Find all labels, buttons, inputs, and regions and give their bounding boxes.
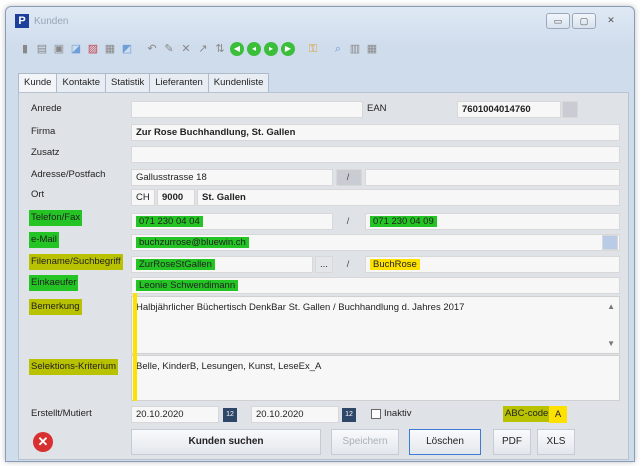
last-icon[interactable]: ▶ (281, 42, 295, 56)
telefon-field[interactable]: 071 230 04 04 (131, 213, 333, 230)
xls-button[interactable]: XLS (537, 429, 575, 455)
zusatz-field[interactable] (131, 146, 620, 163)
window-title: Kunden (34, 16, 69, 27)
kunde-form: Anrede EAN 7601004014760 Firma Zur Rose … (18, 92, 629, 460)
page-icon[interactable]: ◪ (69, 42, 83, 56)
minimize-button[interactable]: ▭ (546, 13, 570, 29)
tab-bar: Kunde Kontakte Statistik Lieferanten Kun… (18, 73, 270, 93)
fax-field[interactable]: 071 230 04 09 (365, 213, 620, 230)
mail-icon[interactable] (602, 235, 618, 250)
suchbegriff-value: BuchRose (370, 259, 420, 270)
ort-label: Ort (31, 189, 45, 200)
firma-label: Firma (31, 126, 56, 137)
copy2-icon[interactable]: ▦ (103, 42, 117, 56)
zusatz-label: Zusatz (31, 147, 60, 158)
land-field[interactable]: CH (131, 189, 155, 206)
telefon-separator: / (346, 216, 350, 226)
adresse2-field[interactable] (365, 169, 620, 186)
calendar-icon[interactable]: 12 (223, 408, 237, 422)
browse-button[interactable]: ... (315, 256, 333, 273)
plz-field[interactable]: 9000 (157, 189, 195, 206)
calculator-icon[interactable]: ▥ (348, 42, 362, 56)
adresse-label: Adresse/Postfach (31, 169, 106, 180)
adresse-field[interactable]: Gallusstrasse 18 (131, 169, 333, 186)
undo-icon[interactable]: ↶ (145, 42, 159, 56)
fax-value: 071 230 04 09 (370, 216, 437, 227)
delete-record-icon[interactable]: ✕ (33, 432, 53, 452)
bemerkung-field[interactable]: Halbjährlicher Büchertisch DenkBar St. G… (131, 296, 620, 354)
close-button[interactable]: ✕ (598, 13, 624, 29)
toolbar: ▮ ▤ ▣ ◪ ▨ ▦ ◩ ↶ ✎ ✕ ↗ ⇅ ◀ ◂ ▸ ▶ ⚿ ⌕ ▥ ▦ (18, 39, 379, 59)
bemerkung-label: Bemerkung (29, 299, 82, 315)
edit-icon[interactable]: ↗ (196, 42, 210, 56)
telefon-value: 071 230 04 04 (136, 216, 203, 227)
filename-label: Filename/Suchbegriff (29, 254, 123, 270)
email-field[interactable]: buchzurrose@bluewin.ch (131, 234, 620, 251)
yellow-marker (133, 293, 137, 401)
ort-field[interactable]: St. Gallen (197, 189, 620, 206)
ean-field[interactable]: 7601004014760 (457, 101, 561, 118)
bemerkung-value: Halbjährlicher Büchertisch DenkBar St. G… (136, 302, 465, 313)
ean-label: EAN (367, 103, 387, 114)
filename-separator: / (346, 259, 350, 269)
pdf-button[interactable]: PDF (493, 429, 531, 455)
search-icon[interactable]: ⌕ (331, 42, 345, 56)
grid-icon[interactable]: ▦ (365, 42, 379, 56)
scroll-up-icon[interactable]: ▲ (607, 300, 615, 313)
barcode-icon[interactable] (562, 101, 578, 118)
save-icon[interactable]: ▮ (18, 42, 32, 56)
telefon-label: Telefon/Fax (29, 210, 83, 226)
mutiert-field[interactable]: 20.10.2020 (251, 406, 339, 423)
erstellt-field[interactable]: 20.10.2020 (131, 406, 219, 423)
selektion-field[interactable]: Belle, KinderB, Lesungen, Kunst, LeseEx_… (131, 355, 620, 401)
tab-statistik[interactable]: Statistik (104, 73, 151, 92)
maximize-button[interactable]: ▢ (572, 13, 596, 29)
abc-label: ABC-code (503, 406, 551, 422)
kunden-suchen-button[interactable]: Kunden suchen (131, 429, 321, 455)
calendar-icon-2[interactable]: 12 (342, 408, 356, 422)
filename-field[interactable]: ZurRoseStGallen (131, 256, 313, 273)
floppy-icon[interactable]: ▣ (52, 42, 66, 56)
kunden-window: P Kunden ▭ ▢ ✕ ▮ ▤ ▣ ◪ ▨ ▦ ◩ ↶ ✎ ✕ ↗ ⇅ ◀… (5, 6, 635, 462)
scroll-down-icon[interactable]: ▼ (607, 337, 615, 350)
tab-kunde[interactable]: Kunde (18, 73, 58, 93)
pencil-icon[interactable]: ✎ (162, 42, 176, 56)
firma-field[interactable]: Zur Rose Buchhandlung, St. Gallen (131, 124, 620, 141)
einkaeufer-label: Einkaeufer (29, 275, 79, 291)
filename-value: ZurRoseStGallen (136, 259, 215, 270)
first-icon[interactable]: ◀ (230, 42, 244, 56)
print-icon[interactable]: ▨ (86, 42, 100, 56)
page2-icon[interactable]: ◩ (120, 42, 134, 56)
email-label: e-Mail (29, 232, 59, 248)
inaktiv-checkbox[interactable] (371, 409, 381, 419)
anrede-field[interactable] (131, 101, 363, 118)
selektion-value: Belle, KinderB, Lesungen, Kunst, LeseEx_… (136, 361, 322, 372)
adresse-separator: / (346, 172, 350, 182)
key-icon[interactable]: ⚿ (306, 42, 320, 56)
tab-kontakte[interactable]: Kontakte (56, 73, 106, 92)
einkaeufer-value: Leonie Schwendimann (136, 280, 239, 291)
app-icon: P (15, 14, 29, 28)
email-value: buchzurrose@bluewin.ch (136, 237, 249, 248)
suchbegriff-field[interactable]: BuchRose (365, 256, 620, 273)
prev-icon[interactable]: ◂ (247, 42, 261, 56)
erstellt-label: Erstellt/Mutiert (31, 408, 92, 419)
tab-kundenliste[interactable]: Kundenliste (207, 73, 270, 92)
inaktiv-label: Inaktiv (384, 408, 412, 419)
einkaeufer-field[interactable]: Leonie Schwendimann (131, 277, 620, 294)
refresh-icon[interactable]: ⇅ (213, 42, 227, 56)
title-bar: P Kunden ▭ ▢ ✕ (6, 7, 634, 31)
loeschen-button[interactable]: Löschen (409, 429, 481, 455)
speichern-button[interactable]: Speichern (331, 429, 399, 455)
anrede-label: Anrede (31, 103, 62, 114)
delete-icon[interactable]: ✕ (179, 42, 193, 56)
tab-lieferanten[interactable]: Lieferanten (149, 73, 209, 92)
selektion-label: Selektions-Kriterium (29, 359, 118, 375)
abc-field[interactable]: A (549, 406, 567, 423)
next-icon[interactable]: ▸ (264, 42, 278, 56)
copy-icon[interactable]: ▤ (35, 42, 49, 56)
